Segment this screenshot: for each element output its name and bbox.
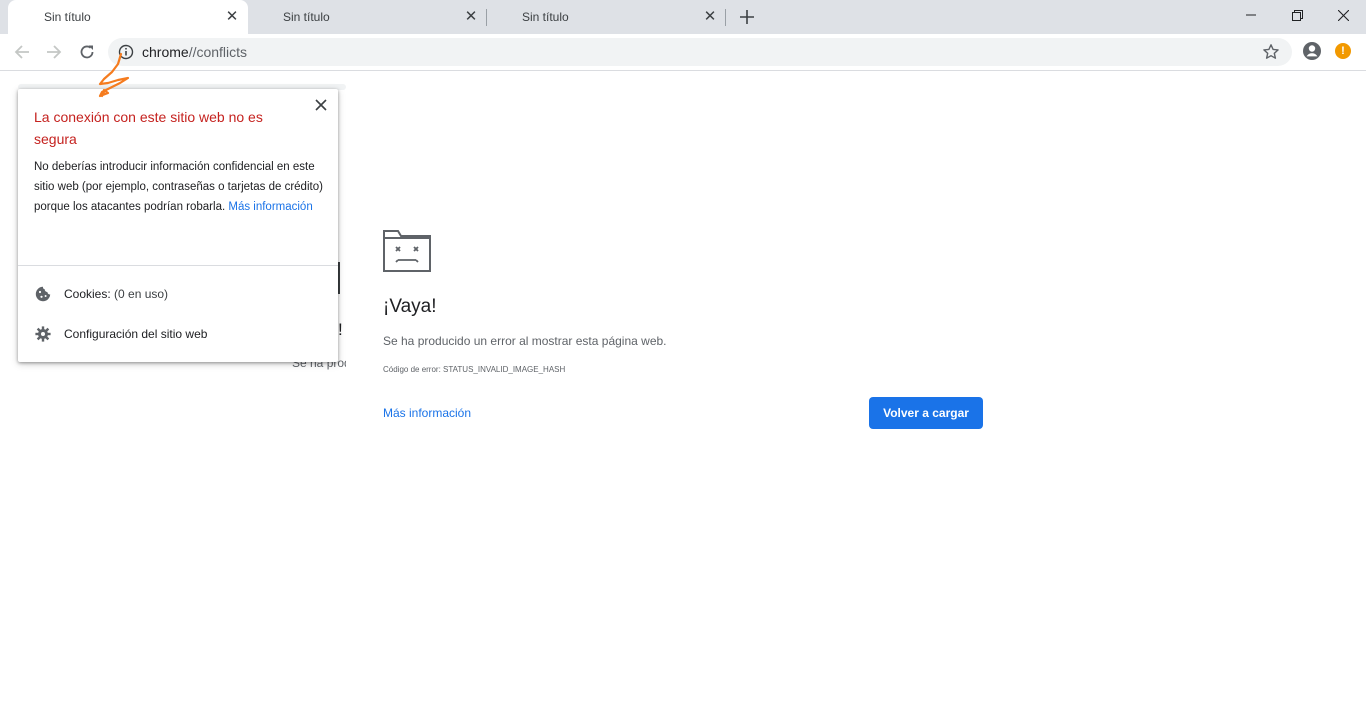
tab-title: Sin título <box>522 10 569 24</box>
minimize-icon[interactable] <box>1228 0 1274 30</box>
cookies-text: Cookies: <box>64 287 111 301</box>
annotation-scribble <box>90 50 140 102</box>
toolbar: chrome//conflicts ! <box>0 34 1366 71</box>
popup-divider <box>18 265 338 266</box>
gear-icon <box>35 326 51 342</box>
cookies-label: Cookies: (0 en uso) <box>64 287 168 301</box>
ghost-divider <box>338 262 340 294</box>
profile-avatar-icon[interactable] <box>1302 41 1322 61</box>
bookmark-star-icon[interactable] <box>1262 43 1280 61</box>
tab-title: Sin título <box>283 10 330 24</box>
popup-title: La conexión con este sitio web no es seg… <box>34 109 263 147</box>
site-settings-row[interactable]: Configuración del sitio web <box>18 314 338 354</box>
sad-folder-icon <box>383 230 431 272</box>
tab-3[interactable]: Sin título ✕ <box>486 0 726 34</box>
tab-strip: Sin título ✕ Sin título ✕ Sin título ✕ <box>0 0 1366 34</box>
error-heading: ¡Vaya! <box>383 296 437 317</box>
close-window-icon[interactable] <box>1320 0 1366 30</box>
url-text: chrome//conflicts <box>142 44 247 60</box>
site-settings-label: Configuración del sitio web <box>64 327 208 341</box>
address-bar[interactable]: chrome//conflicts <box>108 38 1292 66</box>
update-alert-icon[interactable]: ! <box>1335 43 1351 59</box>
popup-body: No deberías introducir información confi… <box>34 157 324 217</box>
tab-close-icon[interactable]: ✕ <box>702 8 718 25</box>
tab-close-icon[interactable]: ✕ <box>463 8 479 25</box>
tab-close-icon[interactable]: ✕ <box>224 8 240 25</box>
tab-2[interactable]: Sin título ✕ <box>247 0 487 34</box>
tab-title: Sin título <box>44 10 91 24</box>
url-scheme: chrome <box>142 44 189 60</box>
restore-icon[interactable] <box>1274 0 1320 30</box>
close-icon[interactable] <box>314 98 328 112</box>
popup-more-info-link[interactable]: Más información <box>228 201 312 213</box>
ghost-heading: ! <box>338 320 343 339</box>
error-code: Código de error: STATUS_INVALID_IMAGE_HA… <box>383 365 566 374</box>
cookie-icon <box>35 286 51 302</box>
url-host: conflicts <box>196 44 248 60</box>
error-description: Se ha producido un error al mostrar esta… <box>383 334 667 348</box>
cookies-row[interactable]: Cookies: (0 en uso) <box>18 274 338 314</box>
tab-separator <box>725 9 726 26</box>
more-info-link[interactable]: Más información <box>383 406 471 420</box>
back-arrow-icon[interactable] <box>10 40 34 64</box>
tab-1[interactable]: Sin título ✕ <box>8 0 248 34</box>
site-info-popup: La conexión con este sitio web no es seg… <box>18 89 338 362</box>
forward-arrow-icon[interactable] <box>42 40 66 64</box>
cookies-count: (0 en uso) <box>110 287 169 301</box>
new-tab-plus-icon[interactable] <box>736 6 758 28</box>
reload-button[interactable]: Volver a cargar <box>869 397 983 429</box>
